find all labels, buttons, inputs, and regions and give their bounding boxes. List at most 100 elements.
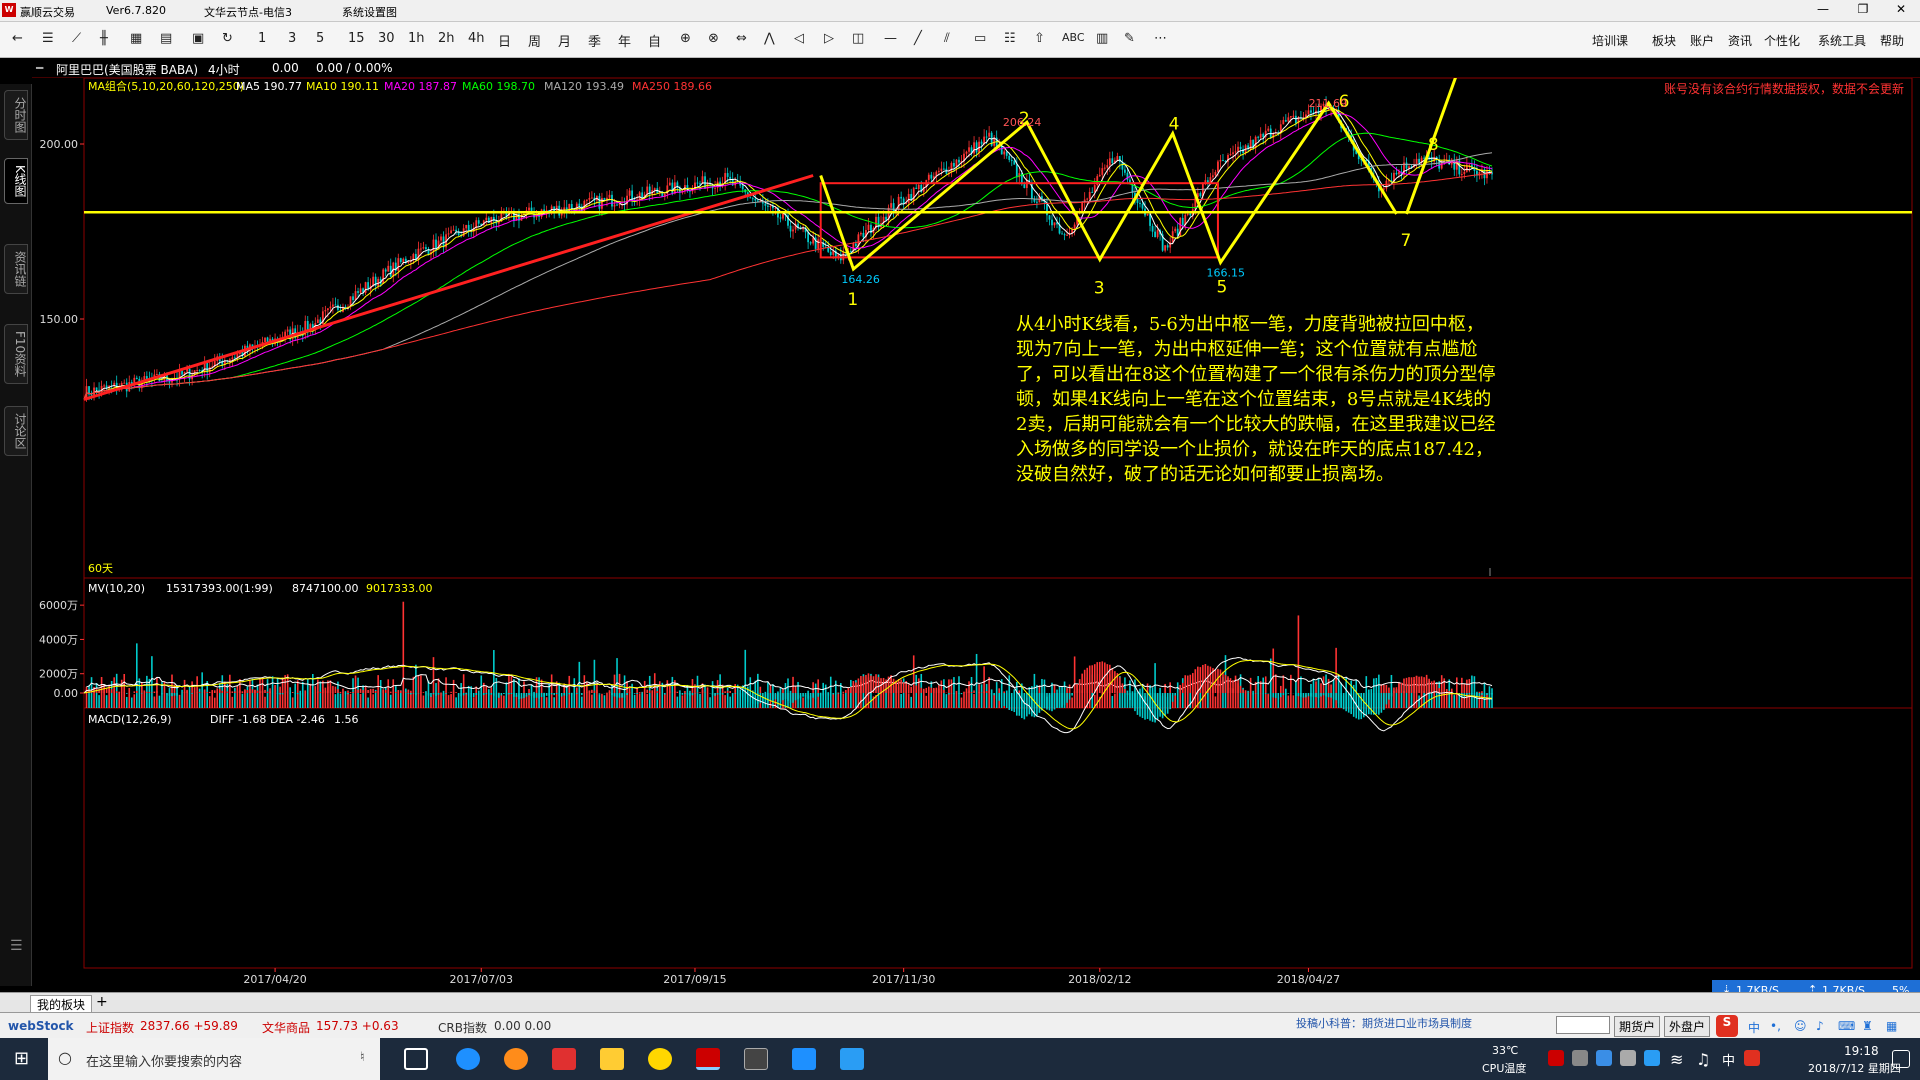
period-6[interactable]: 2h — [438, 31, 455, 46]
tab-f10[interactable]: F10资料 — [4, 324, 28, 385]
arrow-up-icon[interactable]: ⇧ — [1034, 31, 1045, 46]
zoom-in-icon[interactable]: ⊕ — [680, 31, 691, 46]
server-node[interactable]: 文华云节点-电信3 — [204, 4, 292, 20]
chart-svg[interactable]: 200.00150.00MA组合(5,10,20,60,120,250)MA5 … — [32, 55, 1920, 986]
fib-icon[interactable]: ☷ — [1004, 31, 1016, 46]
left-icon[interactable]: ◁ — [794, 31, 804, 46]
huawei-icon[interactable] — [552, 1048, 576, 1070]
vol-label: MV(10,20) — [88, 582, 145, 595]
period-13[interactable]: 自 — [648, 31, 661, 50]
menu-item-0[interactable]: 培训课 — [1592, 32, 1628, 49]
calculator-icon[interactable] — [744, 1048, 768, 1070]
expand-icon[interactable]: ⇔ — [736, 31, 747, 46]
line-chart-icon[interactable]: ⟋ — [72, 31, 81, 46]
file-explorer-icon[interactable] — [600, 1048, 624, 1070]
tray-icon-4[interactable] — [1620, 1050, 1636, 1066]
tray-icon-5[interactable] — [1644, 1050, 1660, 1066]
pen-icon[interactable]: ✎ — [1124, 31, 1135, 46]
grid-icon[interactable]: ▦ — [130, 31, 142, 46]
minimize-icon[interactable]: — — [1808, 2, 1838, 20]
ime-keyboard-icon[interactable]: ⌨ — [1838, 1019, 1855, 1033]
candle-body — [1164, 245, 1167, 251]
parallel-icon[interactable]: ⫽ — [944, 31, 950, 46]
period-0[interactable]: 1 — [258, 31, 266, 46]
zoom-out-icon[interactable]: ⊗ — [708, 31, 719, 46]
bars-icon[interactable]: ▥ — [1096, 31, 1108, 46]
add-tab-button[interactable]: + — [96, 994, 108, 1010]
tab-timeshare[interactable]: 分时图 — [4, 90, 28, 140]
save-icon[interactable]: ▣ — [192, 31, 204, 46]
windows-start-icon[interactable]: ⊞ — [14, 1048, 29, 1069]
period-7[interactable]: 4h — [468, 31, 485, 46]
list-icon[interactable]: ☰ — [42, 31, 54, 46]
restore-icon[interactable]: ❐ — [1848, 2, 1878, 20]
tab-kline[interactable]: K线图 — [4, 158, 28, 204]
chart-area[interactable]: 200.00 150.00 MA组合(5,10,20,60,120,250) MA5 … — [32, 55, 1920, 986]
mic-icon[interactable]: ♮ — [360, 1050, 365, 1065]
tab-discussion[interactable]: 讨论区 — [4, 406, 28, 456]
task-view-icon[interactable] — [404, 1048, 428, 1070]
edge-icon[interactable] — [456, 1048, 480, 1070]
menu-item-2[interactable]: 账户 — [1690, 32, 1714, 49]
wenhua-app-icon[interactable] — [696, 1048, 720, 1070]
tab-news[interactable]: 资讯链 — [4, 244, 28, 294]
menu-icon[interactable]: ☰ — [10, 938, 23, 954]
period-3[interactable]: 15 — [348, 31, 365, 46]
tray-icon-1[interactable] — [1548, 1050, 1564, 1066]
ime-emoji-icon[interactable]: ☺ — [1794, 1019, 1807, 1033]
collapse-icon[interactable]: ⋀ — [764, 31, 775, 46]
chart-icon[interactable]: ▤ — [160, 31, 172, 46]
ime-lang-icon[interactable]: 中 — [1748, 1019, 1760, 1036]
ime-shirt-icon[interactable]: ♜ — [1862, 1019, 1873, 1033]
tray-icon-2[interactable] — [1572, 1050, 1588, 1066]
close-icon[interactable]: ✕ — [1886, 2, 1916, 20]
ime-grid-icon[interactable]: ▦ — [1886, 1019, 1897, 1033]
menu-item-1[interactable]: 板块 — [1652, 32, 1676, 49]
notification-icon[interactable] — [1892, 1050, 1910, 1068]
period-5[interactable]: 1h — [408, 31, 425, 46]
security-name[interactable]: 阿里巴巴(美国股票 BABA) — [56, 61, 198, 78]
quick-input[interactable] — [1556, 1016, 1610, 1034]
stock-app-icon[interactable] — [792, 1048, 816, 1070]
ime-punct-icon[interactable]: •, — [1770, 1019, 1781, 1033]
w-app-icon[interactable] — [840, 1048, 864, 1070]
menu-item-3[interactable]: 资讯 — [1728, 32, 1752, 49]
refresh-icon[interactable]: ↻ — [222, 31, 233, 46]
period-1[interactable]: 3 — [288, 31, 296, 46]
period-12[interactable]: 年 — [618, 31, 631, 50]
fx-account-button[interactable]: 外盘户 — [1664, 1016, 1711, 1037]
period-2[interactable]: 5 — [316, 31, 324, 46]
menu-item-5[interactable]: 系统工具 — [1818, 32, 1866, 49]
sogou-tray-icon[interactable] — [1744, 1050, 1760, 1066]
taskbar-search[interactable]: ○ 在这里输入你要搜索的内容 ♮ — [48, 1038, 380, 1080]
security-menu-icon[interactable]: ━ — [36, 61, 43, 75]
more-icon[interactable]: ⋯ — [1154, 31, 1167, 46]
tray-icon-3[interactable] — [1596, 1050, 1612, 1066]
system-title[interactable]: 系统设置图 — [342, 4, 397, 20]
menu-item-4[interactable]: 个性化 — [1764, 32, 1800, 49]
period-8[interactable]: 日 — [498, 31, 511, 50]
right-icon[interactable]: ▷ — [824, 31, 834, 46]
volume-icon[interactable]: ♫ — [1696, 1050, 1710, 1069]
ime-mic-icon[interactable]: ♪ — [1816, 1019, 1824, 1033]
menu-item-6[interactable]: 帮助 — [1880, 32, 1904, 49]
kline-icon[interactable]: ╫ — [100, 31, 108, 46]
hline-icon[interactable]: — — [884, 31, 897, 46]
wifi-icon[interactable]: ≋ — [1670, 1050, 1683, 1069]
ime-indicator[interactable]: 中 — [1722, 1050, 1735, 1069]
split-icon[interactable]: ◫ — [852, 31, 864, 46]
period-9[interactable]: 周 — [528, 31, 541, 50]
scroll-news[interactable]: 投稿小科普：期货进口业市场具制度 — [1296, 1015, 1472, 1031]
rect-icon[interactable]: ▭ — [974, 31, 986, 46]
period-4[interactable]: 30 — [378, 31, 395, 46]
text-tool-icon[interactable]: ABC — [1062, 31, 1085, 44]
back-icon[interactable]: ← — [12, 31, 23, 46]
period-11[interactable]: 季 — [588, 31, 601, 50]
futures-account-button[interactable]: 期货户 — [1614, 1016, 1661, 1037]
period-select[interactable]: 4小时 — [208, 61, 240, 78]
draw-line-icon[interactable]: ╱ — [914, 31, 922, 46]
browser-icon[interactable] — [504, 1048, 528, 1070]
sogou-icon[interactable]: S — [1716, 1015, 1738, 1037]
pinned-app-icon[interactable] — [648, 1048, 672, 1070]
period-10[interactable]: 月 — [558, 31, 571, 50]
